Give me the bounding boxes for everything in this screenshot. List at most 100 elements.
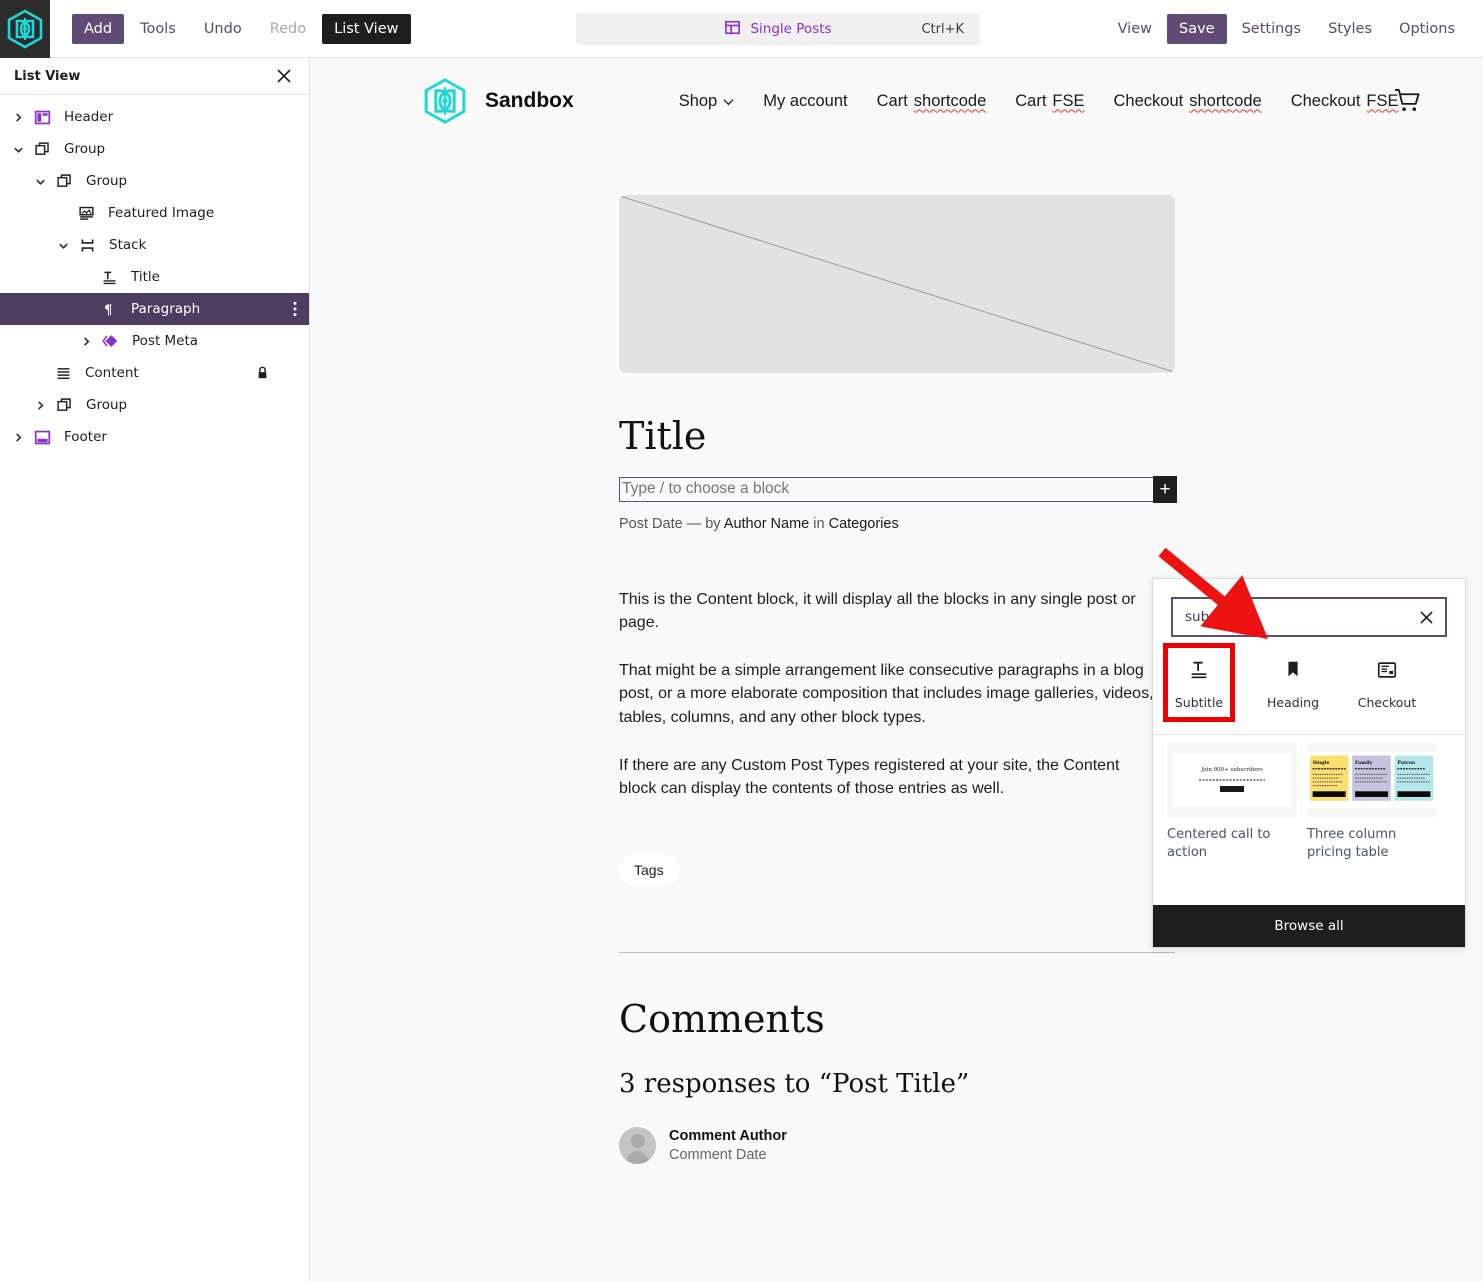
chevron-down-icon[interactable] [28, 169, 52, 193]
site-title: Sandbox [485, 89, 574, 112]
block-item-checkout[interactable]: Checkout [1355, 647, 1419, 718]
list-view-row-label: Post Meta [132, 333, 199, 349]
chevron-right-icon[interactable] [6, 425, 30, 449]
toolbar-right-buttons: View Save Settings Styles Options [1106, 13, 1467, 44]
list-view-row-post-meta[interactable]: Post Meta [0, 325, 309, 357]
placeholder-text: Type / to choose a block [622, 480, 790, 498]
list-view-title: List View [14, 68, 81, 84]
meta-in: in [813, 515, 825, 532]
tools-button[interactable]: Tools [128, 14, 188, 44]
meta-by: by [705, 515, 721, 532]
chevron-down-icon[interactable] [51, 233, 75, 257]
chevron-right-icon[interactable] [6, 105, 30, 129]
responses-heading: 3 responses to “Post Title” [619, 1069, 970, 1100]
list-view-row-footer[interactable]: Footer [0, 421, 309, 453]
pattern-heading-text: Join 900+ subscribers [1200, 767, 1263, 773]
save-button[interactable]: Save [1166, 13, 1227, 44]
list-view-row-label: Paragraph [131, 301, 201, 317]
styles-button[interactable]: Styles [1316, 14, 1384, 44]
document-bar[interactable]: Single Posts Ctrl+K [576, 13, 980, 45]
list-view-row-content[interactable]: Content [0, 357, 309, 389]
settings-button[interactable]: Settings [1230, 14, 1313, 44]
list-view-row-group-2[interactable]: Group [0, 165, 309, 197]
pricing-table-thumbnail: Single Family Patron [1307, 743, 1437, 817]
view-button[interactable]: View [1106, 14, 1164, 44]
list-view-row-title[interactable]: Title [0, 261, 309, 293]
block-item-subtitle[interactable]: Subtitle [1163, 643, 1235, 722]
list-view-row-stack[interactable]: Stack [0, 229, 309, 261]
header-block-icon [30, 105, 54, 129]
lock-icon [256, 366, 269, 380]
list-view-panel: List View Header Group Group Featured Im… [0, 58, 310, 1281]
chevron-right-icon[interactable] [74, 329, 98, 353]
list-view-header: List View [0, 58, 309, 95]
footer-block-icon [30, 425, 54, 449]
close-icon[interactable] [1418, 609, 1434, 625]
pattern-card-pricing-table[interactable]: Single Family Patron Three column pricin… [1307, 743, 1437, 861]
add-block-toolbar-button[interactable]: Add [72, 13, 125, 44]
site-header: Sandbox Shop My account Cart shortcode C… [311, 58, 1483, 144]
options-button[interactable]: Options [1387, 14, 1467, 44]
chevron-down-icon[interactable] [6, 137, 30, 161]
sandbox-hex-logo-icon [424, 78, 466, 124]
avatar [619, 1127, 656, 1165]
pattern-search-results: Join 900+ subscribers Centered call to a… [1153, 735, 1465, 861]
nav-item-cart-fse[interactable]: Cart FSE [1015, 92, 1084, 111]
comment-date: Comment Date [669, 1147, 767, 1164]
list-view-row-group-3[interactable]: Group [0, 389, 309, 421]
list-view-row-label: Group [86, 397, 128, 413]
nav-item-my-account[interactable]: My account [763, 92, 847, 111]
document-title: Single Posts [750, 21, 832, 37]
nav-label-misspelled: shortcode [1189, 91, 1262, 110]
nav-label: Checkout [1113, 91, 1184, 110]
pattern-card-centered-cta[interactable]: Join 900+ subscribers Centered call to a… [1167, 743, 1297, 861]
site-branding[interactable]: Sandbox [421, 77, 574, 125]
undo-button[interactable]: Undo [192, 14, 254, 44]
tag-pill[interactable]: Tags [619, 855, 679, 886]
sandbox-hex-logo-icon [7, 9, 43, 48]
nav-item-checkout-shortcode[interactable]: Checkout shortcode [1114, 92, 1262, 111]
block-inserter-popover: sub Subtitle Heading Checkout Join 900+ … [1152, 578, 1466, 948]
heading-bookmark-icon [1282, 659, 1304, 685]
comment-item: Comment Author Comment Date [619, 1127, 1482, 1165]
title-block-icon [97, 265, 121, 289]
block-item-heading[interactable]: Heading [1261, 647, 1325, 718]
nav-label-misspelled: shortcode [913, 91, 987, 110]
list-view-row-label: Title [131, 269, 160, 285]
chevron-right-icon[interactable] [28, 393, 52, 417]
nav-item-shop[interactable]: Shop [679, 92, 735, 111]
nav-label: Shop [678, 91, 718, 110]
list-view-row-label: Footer [64, 429, 107, 445]
paragraph-block-placeholder[interactable]: Type / to choose a block + [619, 475, 1177, 503]
list-view-row-label: Group [64, 141, 106, 157]
nav-item-checkout-fse[interactable]: Checkout FSE [1291, 92, 1399, 111]
post-title[interactable]: Title [619, 415, 1482, 458]
subtitle-block-icon [1188, 659, 1210, 685]
list-view-row-group-1[interactable]: Group [0, 133, 309, 165]
nav-label: My account [763, 91, 848, 110]
list-view-row-featured-image[interactable]: Featured Image [0, 197, 309, 229]
centered-cta-thumbnail: Join 900+ subscribers [1167, 743, 1297, 817]
pattern-label: Centered call to action [1167, 827, 1271, 860]
list-view-row-paragraph[interactable]: ¶ Paragraph [0, 293, 309, 325]
nav-item-cart-shortcode[interactable]: Cart shortcode [877, 92, 987, 111]
editor-toolbar: Add Tools Undo Redo List View Single Pos… [0, 0, 1483, 58]
list-view-row-label: Content [85, 365, 139, 381]
search-input[interactable]: sub [1171, 597, 1447, 637]
svg-text:Patron: Patron [1397, 760, 1415, 766]
add-block-inserter-button[interactable]: + [1153, 475, 1177, 503]
list-view-row-header[interactable]: Header [0, 101, 309, 133]
list-view-toggle-button[interactable]: List View [322, 13, 411, 44]
close-icon[interactable] [273, 65, 295, 87]
meta-dash: — [686, 515, 702, 532]
wordpress-logo-button[interactable] [0, 0, 50, 58]
stack-block-icon [75, 233, 99, 257]
more-options-icon[interactable] [293, 301, 297, 317]
redo-button: Redo [269, 20, 307, 37]
shopping-cart-icon[interactable] [1394, 88, 1421, 117]
post-author[interactable]: Author Name [724, 516, 809, 532]
post-categories[interactable]: Categories [829, 516, 899, 532]
list-view-row-label: Group [86, 173, 128, 189]
featured-image-placeholder[interactable] [619, 195, 1175, 373]
browse-all-button[interactable]: Browse all [1153, 905, 1465, 947]
